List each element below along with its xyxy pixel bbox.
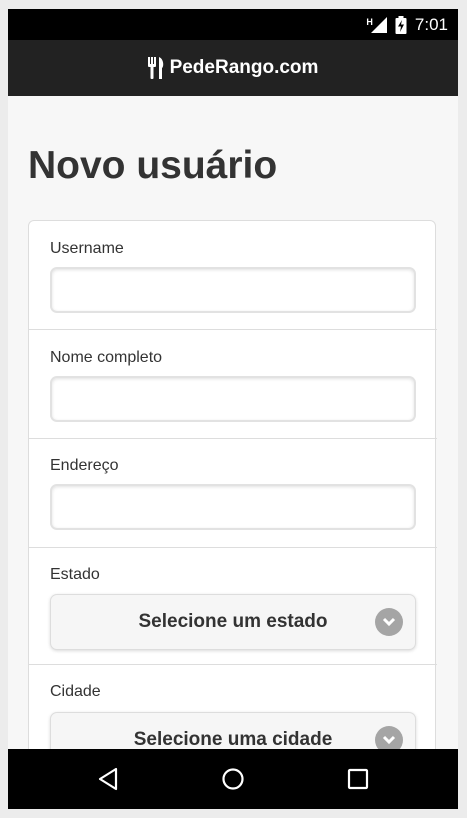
username-input[interactable] [50, 267, 416, 313]
page-title: Novo usuário [28, 144, 278, 187]
city-field-group: Cidade Selecione uma cidade [29, 665, 437, 749]
brand-logo[interactable]: PedeRango.com [147, 57, 319, 79]
username-label: Username [50, 240, 124, 257]
home-circle-icon [222, 768, 244, 790]
full-name-input[interactable] [50, 376, 416, 422]
state-label: Estado [50, 566, 100, 583]
system-navigation-bar [8, 749, 458, 809]
home-button[interactable] [193, 749, 273, 809]
address-field-group: Endereço [29, 439, 437, 548]
city-label: Cidade [50, 683, 101, 700]
full-name-field-group: Nome completo [29, 330, 437, 439]
city-select-value: Selecione uma cidade [133, 729, 333, 749]
page-content[interactable]: Novo usuário Username Nome completo Ende… [8, 96, 458, 749]
status-icons: H 7:01 [366, 9, 448, 40]
username-field-group: Username [29, 221, 437, 330]
state-select-value: Selecione um estado [138, 611, 328, 632]
chevron-down-icon [375, 726, 403, 749]
fork-knife-icon [147, 57, 163, 79]
chevron-down-icon [375, 608, 403, 636]
address-label: Endereço [50, 457, 119, 474]
phone-screen: H 7:01 PedeRango.com Novo usuário Userna… [8, 9, 458, 809]
status-bar: H 7:01 [8, 9, 458, 40]
full-name-label: Nome completo [50, 349, 163, 366]
clock: 7:01 [414, 14, 448, 34]
back-button[interactable] [68, 749, 148, 809]
recents-button[interactable] [318, 749, 398, 809]
back-triangle-icon [98, 767, 118, 791]
app-title: PedeRango.com [169, 57, 319, 78]
city-select[interactable]: Selecione uma cidade [50, 712, 416, 749]
app-header: PedeRango.com [8, 40, 458, 96]
battery-charging-icon [395, 15, 407, 34]
state-field-group: Estado Selecione um estado [29, 548, 437, 665]
registration-form: Username Nome completo Endereço Estado S… [28, 220, 437, 749]
cell-signal-icon [370, 16, 387, 33]
recents-square-icon [347, 768, 369, 790]
state-select[interactable]: Selecione um estado [50, 594, 416, 650]
signal-indicator: H [366, 16, 387, 33]
address-input[interactable] [50, 484, 416, 530]
